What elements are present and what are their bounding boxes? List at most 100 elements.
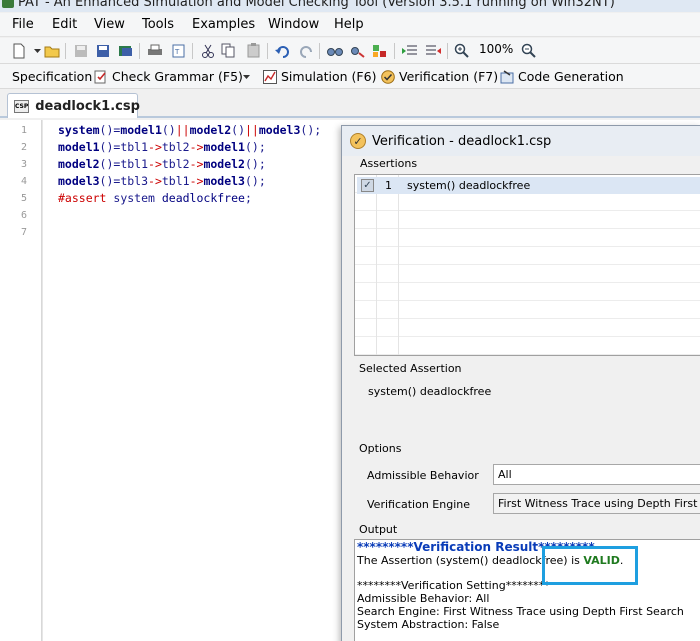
verification-engine-label: Verification Engine (367, 498, 471, 511)
verification-check-icon: ✓ (350, 133, 366, 149)
output-text-area[interactable]: *********Verification Result********* Th… (354, 539, 700, 641)
selected-assertion-label: Selected Assertion (359, 362, 462, 375)
code-generation-button[interactable]: Code Generation (500, 67, 624, 86)
specification-button[interactable]: Specification (12, 67, 92, 86)
code-generation-icon (500, 69, 514, 83)
specification-label: Specification (12, 69, 93, 84)
verification-window-title: Verification - deadlock1.csp (372, 133, 552, 149)
verification-engine-select[interactable]: First Witness Trace using Depth First Se… (493, 493, 700, 514)
admissible-behavior-label: Admissible Behavior (367, 469, 479, 482)
menu-bar: File Edit View Tools Examples Window Hel… (0, 13, 700, 37)
menu-edit[interactable]: Edit (52, 17, 77, 32)
check-grammar-label: Check Grammar (F5) (112, 69, 243, 84)
selected-assertion-value: system() deadlockfree (368, 385, 492, 398)
simulation-icon (263, 69, 277, 84)
line-number: 6 (21, 210, 28, 221)
code-line-5: #assert system deadlockfree; (58, 191, 252, 205)
print-icon[interactable] (146, 42, 163, 59)
replace-icon[interactable] (349, 42, 366, 59)
title-bar: PAT - An Enhanced Simulation and Model C… (0, 0, 700, 12)
line-number: 4 (21, 176, 28, 187)
toolbar-separator (394, 43, 395, 59)
admissible-behavior-select[interactable]: All (493, 464, 700, 485)
undo-icon[interactable] (274, 42, 291, 59)
print-preview-icon[interactable]: T (170, 42, 187, 59)
line-number: 5 (21, 193, 28, 204)
check-grammar-dropdown[interactable] (243, 67, 251, 86)
menu-tools[interactable]: Tools (142, 17, 174, 32)
menu-window[interactable]: Window (268, 17, 319, 32)
toolbar: T 100% (0, 38, 700, 64)
action-bar: Specification Check Grammar (F5) Simulat… (0, 64, 700, 89)
output-admissible: Admissible Behavior: All (357, 592, 490, 605)
code-line-2: model1()=tbl1->tbl2->model1(); (58, 140, 266, 154)
verification-window: ✓ Verification - deadlock1.csp Assertion… (341, 125, 700, 641)
csp-file-icon: CSP (14, 99, 30, 113)
zoom-out-icon[interactable] (520, 42, 537, 59)
toolbar-separator (65, 43, 66, 59)
toolbar-separator (267, 43, 268, 59)
dropdown-arrow-icon (243, 74, 250, 79)
assertion-checkbox-icon[interactable]: ✓ (361, 179, 374, 192)
check-grammar-icon (94, 70, 106, 83)
model-icon[interactable] (371, 42, 388, 59)
line-number: 1 (21, 125, 28, 136)
tab-label: deadlock1.csp (35, 98, 140, 114)
svg-text:T: T (174, 48, 180, 56)
output-abstraction: System Abstraction: False (357, 618, 500, 631)
zoom-in-icon[interactable] (453, 42, 470, 59)
code-line-1: system()=model1()||model2()||model3(); (58, 123, 322, 137)
menu-file[interactable]: File (12, 17, 34, 32)
toolbar-separator (192, 43, 193, 59)
app-icon (2, 0, 14, 8)
save-all-icon[interactable] (117, 42, 134, 59)
assertions-list[interactable]: ✓ 1 system() deadlockfree (354, 174, 700, 356)
simulation-button[interactable]: Simulation (F6) (263, 67, 376, 86)
redo-icon[interactable] (297, 42, 314, 59)
options-group-label: Options (359, 442, 402, 455)
zoom-level: 100% (479, 42, 514, 56)
output-engine: Search Engine: First Witness Trace using… (357, 605, 684, 618)
new-file-icon[interactable] (10, 42, 27, 59)
valid-highlight-box (542, 546, 638, 585)
line-number: 2 (21, 142, 28, 153)
open-folder-icon[interactable] (43, 42, 60, 59)
find-icon[interactable] (326, 42, 343, 59)
menu-view[interactable]: View (94, 17, 125, 32)
assertion-index: 1 (385, 179, 392, 192)
column-divider (376, 175, 377, 355)
paste-icon[interactable] (245, 42, 262, 59)
indent-icon[interactable] (401, 42, 418, 59)
code-line-3: model2()=tbl1->tbl2->model2(); (58, 157, 266, 171)
code-line-4: model3()=tbl3->tbl1->model3(); (58, 174, 266, 188)
cut-icon[interactable] (199, 42, 216, 59)
verification-button[interactable]: Verification (F7) (381, 67, 498, 86)
assertion-text: system() deadlockfree (407, 179, 531, 192)
save-disabled-icon[interactable] (72, 42, 89, 59)
assertions-group-label: Assertions (360, 157, 418, 170)
column-divider (398, 175, 399, 355)
copy-icon[interactable] (220, 42, 237, 59)
outdent-icon[interactable] (424, 42, 441, 59)
simulation-label: Simulation (F6) (281, 69, 377, 84)
save-icon[interactable] (94, 42, 111, 59)
verification-engine-value: First Witness Trace using Depth First Se… (498, 497, 700, 510)
toolbar-separator (319, 43, 320, 59)
verification-label: Verification (F7) (399, 69, 499, 84)
line-number: 7 (21, 227, 28, 238)
toolbar-separator (447, 43, 448, 59)
list-item[interactable]: ✓ 1 system() deadlockfree (357, 177, 700, 194)
tab-deadlock1[interactable]: CSP deadlock1.csp (7, 93, 140, 118)
window-title: PAT - An Enhanced Simulation and Model C… (18, 0, 615, 10)
menu-help[interactable]: Help (334, 17, 364, 32)
line-number: 3 (21, 159, 28, 170)
line-number-gutter: 1 2 3 4 5 6 7 (0, 120, 42, 641)
code-generation-label: Code Generation (518, 69, 624, 84)
output-group-label: Output (359, 523, 398, 536)
verification-title-bar[interactable]: ✓ Verification - deadlock1.csp (342, 126, 700, 156)
fold-margin (42, 120, 43, 641)
document-tabs: CSP deadlock1.csp (0, 90, 700, 118)
verification-icon (381, 69, 395, 84)
check-grammar-button[interactable]: Check Grammar (F5) (94, 67, 243, 86)
menu-examples[interactable]: Examples (192, 17, 255, 32)
